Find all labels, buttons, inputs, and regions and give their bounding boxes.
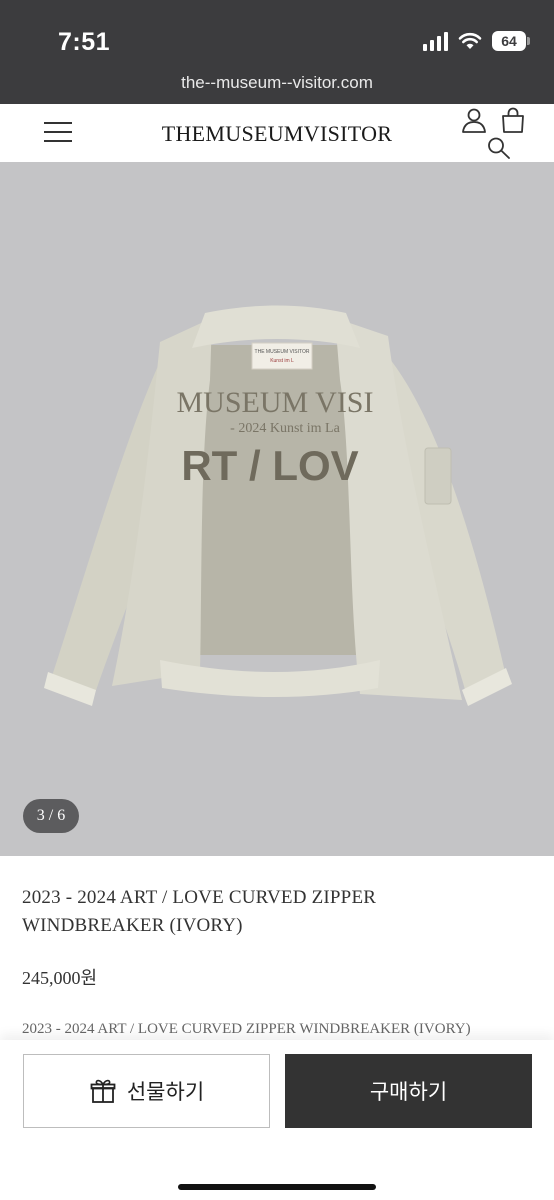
search-icon[interactable] [486,136,512,160]
battery-level: 64 [501,33,517,49]
bottom-action-bar: 선물하기 구매하기 [0,1040,554,1200]
neck-label-text: THE MUSEUM VISITOR [255,349,310,355]
status-time: 7:51 [58,28,111,56]
buy-button-label: 구매하기 [369,1081,448,1104]
buy-button[interactable]: 구매하기 [285,1054,532,1128]
cart-icon[interactable] [500,106,526,134]
account-icon[interactable] [461,107,487,133]
gift-button-label: 선물하기 [126,1081,205,1104]
product-description: 2023 - 2024 ART / LOVE CURVED ZIPPER WIN… [22,1021,471,1037]
gift-icon [90,1079,116,1103]
battery-icon: 64 [492,31,530,51]
wifi-icon [458,32,482,49]
browser-top-bar: 7:51 64 the--museum--visitor.com [0,0,554,104]
url-bar[interactable]: the--museum--visitor.com [0,73,554,93]
cellular-signal-icon [423,31,448,51]
product-title: 2023 - 2024 ART / LOVE CURVED ZIPPER WIN… [22,887,377,936]
product-price: 245,000원 [22,968,98,988]
neck-label-subtext: Kunst im L [270,358,294,364]
status-icons: 64 [423,31,530,51]
gift-button[interactable]: 선물하기 [23,1054,270,1128]
image-counter-badge: 3 / 6 [23,799,79,833]
jacket-photo: THE MUSEUM VISITOR Kunst im L MUSEUM VIS… [44,305,512,706]
site-header: THEMUSEUMVISITOR [0,104,554,162]
jacket-print-line1: MUSEUM VISI [177,386,374,419]
jacket-print-line3: RT / LOV [181,442,358,489]
product-image[interactable]: THE MUSEUM VISITOR Kunst im L MUSEUM VIS… [0,162,554,856]
jacket-print-line2: - 2024 Kunst im La [230,421,340,436]
home-indicator[interactable] [178,1184,376,1190]
